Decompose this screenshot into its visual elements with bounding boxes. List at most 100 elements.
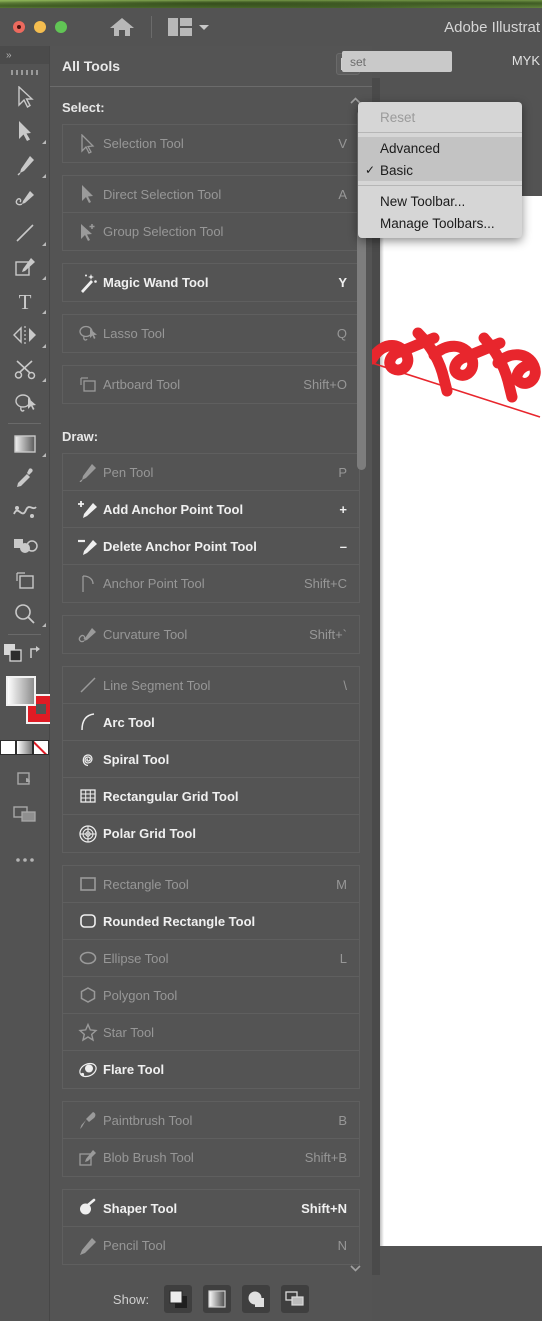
- tool-row[interactable]: Blob Brush Tool Shift+B: [63, 1139, 359, 1176]
- color-mode-label: MYK: [511, 53, 540, 68]
- ellipsis-icon: [15, 858, 34, 862]
- minimize-button[interactable]: [34, 21, 46, 33]
- fill-stroke-swatches[interactable]: [0, 668, 56, 738]
- tool-row[interactable]: Magic Wand Tool Y: [63, 264, 359, 301]
- curvature-pen-icon: [15, 191, 34, 206]
- rect-grid-icon: [73, 786, 103, 806]
- arrow-filled-icon: [73, 184, 103, 204]
- flyout-indicator: [42, 242, 46, 246]
- color-swatch-button[interactable]: [0, 740, 17, 755]
- tool-row[interactable]: Add Anchor Point Tool +: [63, 491, 359, 528]
- left-tool-lasso[interactable]: [0, 386, 49, 420]
- tool-group: Lasso Tool Q: [62, 314, 360, 353]
- tool-row[interactable]: Spiral Tool: [63, 741, 359, 778]
- tool-shortcut: +: [339, 501, 347, 517]
- tool-row[interactable]: Rectangular Grid Tool: [63, 778, 359, 815]
- shaper-icon: [73, 1198, 103, 1218]
- layout-switcher-button[interactable]: [168, 18, 209, 36]
- tool-shortcut: N: [337, 1238, 347, 1253]
- scroll-down-button[interactable]: [347, 1262, 363, 1274]
- polygon-icon: [80, 987, 96, 1003]
- panel-header: All Tools: [50, 46, 372, 86]
- left-tool-curvature[interactable]: [0, 182, 49, 216]
- left-tool-blob-brush[interactable]: [0, 250, 49, 284]
- polygon-icon: [73, 985, 103, 1005]
- tool-row[interactable]: Arc Tool: [63, 704, 359, 741]
- tool-row[interactable]: Selection Tool V: [63, 125, 359, 162]
- tools-scroll-region[interactable]: Select: Selection Tool V Direct Selection T…: [50, 87, 372, 1277]
- tool-row[interactable]: Polygon Tool: [63, 977, 359, 1014]
- menu-item[interactable]: Manage Toolbars...: [358, 212, 522, 234]
- zoom-button[interactable]: [55, 21, 67, 33]
- color-mode-swatches[interactable]: [0, 740, 49, 755]
- left-tool-scissors[interactable]: [0, 352, 49, 386]
- left-tool-eyedropper[interactable]: [0, 461, 49, 495]
- tool-row[interactable]: Anchor Point Tool Shift+C: [63, 565, 359, 602]
- color-gradient-toggle[interactable]: [203, 1285, 232, 1313]
- tool-row[interactable]: Flare Tool: [63, 1051, 359, 1088]
- fill-swatch[interactable]: [6, 676, 36, 706]
- toolbar-collapse-button[interactable]: »: [0, 46, 49, 64]
- left-tool-shape-builder[interactable]: [0, 529, 49, 563]
- tool-row[interactable]: Polar Grid Tool: [63, 815, 359, 852]
- group-select-icon: [81, 223, 95, 241]
- pen-plus-icon: [73, 499, 103, 519]
- tool-label: Delete Anchor Point Tool: [103, 538, 257, 554]
- left-tool-line-segment[interactable]: [0, 216, 49, 250]
- left-toolbar: » T: [0, 46, 56, 1321]
- tool-row[interactable]: Ellipse Tool L: [63, 940, 359, 977]
- tool-row[interactable]: Pencil Tool N: [63, 1227, 359, 1264]
- menu-item[interactable]: Advanced: [358, 137, 522, 159]
- none-swatch-button[interactable]: [32, 740, 49, 755]
- default-fill-stroke-icon[interactable]: [3, 643, 23, 663]
- tool-row[interactable]: Shaper Tool Shift+N: [63, 1190, 359, 1227]
- left-tool-gradient[interactable]: [0, 427, 49, 461]
- drawing-mode-button[interactable]: [0, 763, 49, 797]
- fill-stroke-toggle[interactable]: [164, 1285, 193, 1313]
- tool-row[interactable]: Rounded Rectangle Tool: [63, 903, 359, 940]
- more-tools-button[interactable]: [0, 843, 49, 877]
- gradient-swatch-button[interactable]: [16, 740, 33, 755]
- left-tool-reflect[interactable]: [0, 318, 49, 352]
- flyout-indicator: [42, 174, 46, 178]
- panel-scrollbar[interactable]: [349, 94, 366, 1274]
- lasso-icon: [79, 325, 97, 341]
- tool-row[interactable]: Line Segment Tool \: [63, 667, 359, 704]
- tool-row[interactable]: Artboard Tool Shift+O: [63, 366, 359, 403]
- tool-row[interactable]: Star Tool: [63, 1014, 359, 1051]
- tool-row[interactable]: Lasso Tool Q: [63, 315, 359, 352]
- tool-group: Curvature Tool Shift+`: [62, 615, 360, 654]
- tool-row[interactable]: Paintbrush Tool B: [63, 1102, 359, 1139]
- left-tool-direct-selection[interactable]: [0, 114, 49, 148]
- tool-row[interactable]: Rectangle Tool M: [63, 866, 359, 903]
- screen-mode-button[interactable]: [0, 797, 49, 831]
- tool-row[interactable]: Group Selection Tool: [63, 213, 359, 250]
- left-tool-artboard[interactable]: [0, 563, 49, 597]
- tool-row[interactable]: Delete Anchor Point Tool –: [63, 528, 359, 565]
- left-tool-blend[interactable]: [0, 495, 49, 529]
- tool-row[interactable]: Direct Selection Tool A: [63, 176, 359, 213]
- left-tool-zoom[interactable]: [0, 597, 49, 631]
- swap-arrow-icon[interactable]: [28, 644, 46, 662]
- screen-mode-toggle[interactable]: [281, 1285, 310, 1313]
- tool-row[interactable]: Pen Tool P: [63, 454, 359, 491]
- pen-minus-icon: [73, 536, 103, 556]
- left-tool-pen[interactable]: [0, 148, 49, 182]
- toolbar-drag-handle[interactable]: [0, 64, 49, 80]
- left-tool-type[interactable]: T: [0, 284, 49, 318]
- drawing-modes-toggle[interactable]: [242, 1285, 271, 1313]
- home-icon[interactable]: [109, 16, 135, 38]
- ellipse-icon: [73, 948, 103, 968]
- tool-row[interactable]: Curvature Tool Shift+`: [63, 616, 359, 653]
- tool-group: Selection Tool V: [62, 124, 360, 163]
- pen-plus-icon: [78, 501, 97, 518]
- red-zigzag-brush-stroke[interactable]: [372, 321, 542, 451]
- menu-item[interactable]: New Toolbar...: [358, 190, 522, 212]
- menu-item[interactable]: ✓ Basic: [358, 159, 522, 181]
- close-button[interactable]: [13, 21, 25, 33]
- rectangle-icon: [80, 877, 96, 891]
- tool-label: Ellipse Tool: [103, 950, 169, 966]
- left-tool-selection[interactable]: [0, 80, 49, 114]
- rect-grid-icon: [80, 789, 96, 803]
- preset-field[interactable]: set: [342, 51, 452, 72]
